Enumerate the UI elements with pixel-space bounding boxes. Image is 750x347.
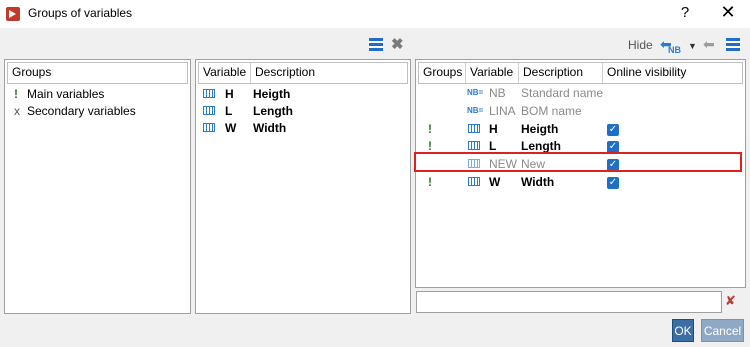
chevron-down-icon[interactable]: ▼	[688, 41, 697, 51]
groups-column-header[interactable]: Groups	[8, 63, 189, 83]
groups-column-header[interactable]: Groups	[419, 63, 466, 83]
variable-icon	[468, 141, 480, 151]
detail-variable: LINA	[489, 104, 516, 118]
window-title: Groups of variables	[28, 6, 133, 20]
variable-description: Width	[253, 121, 287, 135]
hide-button[interactable]: Hide	[628, 38, 653, 52]
detail-variable: H	[489, 122, 498, 136]
detail-description: Standard name	[521, 86, 604, 100]
nb-label: NB	[668, 45, 681, 55]
list-view-icon[interactable]	[369, 38, 383, 51]
group-item-secondary[interactable]: x Secondary variables	[9, 102, 186, 120]
variable-icon	[468, 124, 480, 134]
detail-description: BOM name	[521, 104, 582, 118]
online-visibility-checkbox[interactable]: ✓	[607, 176, 619, 189]
variable-row[interactable]: W Width	[200, 119, 406, 137]
detail-row[interactable]: ! H Heigth ✓	[420, 120, 741, 138]
variable-description: Heigth	[253, 87, 291, 101]
detail-row[interactable]: NB= NB Standard name	[420, 84, 741, 102]
detail-row[interactable]: NB= LINA BOM name	[420, 102, 741, 120]
variable-icon	[468, 177, 480, 187]
detail-description: Width	[521, 175, 555, 189]
detail-variable: W	[489, 175, 501, 189]
secondary-group-mark: x	[14, 104, 20, 118]
group-label: Secondary variables	[27, 104, 136, 118]
detail-panel[interactable]: Groups Variable Description Online visib…	[415, 59, 746, 288]
description-column-header[interactable]: Description	[519, 63, 603, 83]
cancel-button[interactable]: Cancel	[701, 319, 744, 342]
delete-icon[interactable]: ✖	[391, 35, 404, 53]
variable-icon	[203, 106, 215, 116]
clear-filter-icon[interactable]: ✘	[725, 293, 736, 309]
arrow-back-icon[interactable]: ⬅	[703, 36, 715, 53]
help-button[interactable]: ?	[676, 4, 694, 21]
app-icon	[6, 7, 20, 21]
main-group-mark: !	[428, 175, 432, 189]
detail-header: Groups Variable Description Online visib…	[418, 62, 743, 84]
detail-description: Heigth	[521, 122, 559, 136]
group-label: Main variables	[27, 87, 105, 101]
online-visibility-checkbox[interactable]: ✓	[607, 123, 619, 136]
filter-input[interactable]	[416, 291, 722, 313]
variable-column-header[interactable]: Variable	[466, 63, 519, 83]
variable-column-header[interactable]: Variable	[199, 63, 251, 83]
nb-icon: NB=	[467, 106, 484, 115]
groups-panel[interactable]: Groups ! Main variables x Secondary vari…	[4, 59, 191, 314]
variable-row[interactable]: L Length	[200, 102, 406, 120]
new-row-highlight	[414, 152, 742, 172]
main-group-mark: !	[14, 87, 18, 101]
nb-icon: NB=	[467, 88, 484, 97]
ok-button[interactable]: OK	[672, 319, 694, 342]
variable-description: Length	[253, 104, 293, 118]
variables-header: Variable Description	[198, 62, 408, 84]
close-button[interactable]: ✕	[718, 2, 738, 23]
columns-view-icon[interactable]	[726, 38, 740, 51]
main-group-mark: !	[428, 122, 432, 136]
variables-panel[interactable]: Variable Description H Heigth L Length W…	[195, 59, 411, 314]
online-visibility-column-header[interactable]: Online visibility	[603, 63, 742, 83]
variable-name: L	[225, 104, 233, 118]
variable-row[interactable]: H Heigth	[200, 85, 406, 103]
variable-icon	[203, 89, 215, 99]
detail-row[interactable]: ! W Width ✓	[420, 173, 741, 191]
group-item-main[interactable]: ! Main variables	[9, 85, 186, 103]
variable-icon	[203, 123, 215, 133]
detail-variable: NB	[489, 86, 506, 100]
variable-name: H	[225, 87, 234, 101]
variable-name: W	[225, 121, 237, 135]
title-bar: Groups of variables ? ✕	[0, 0, 750, 28]
description-column-header[interactable]: Description	[251, 63, 407, 83]
groups-header: Groups	[7, 62, 188, 84]
